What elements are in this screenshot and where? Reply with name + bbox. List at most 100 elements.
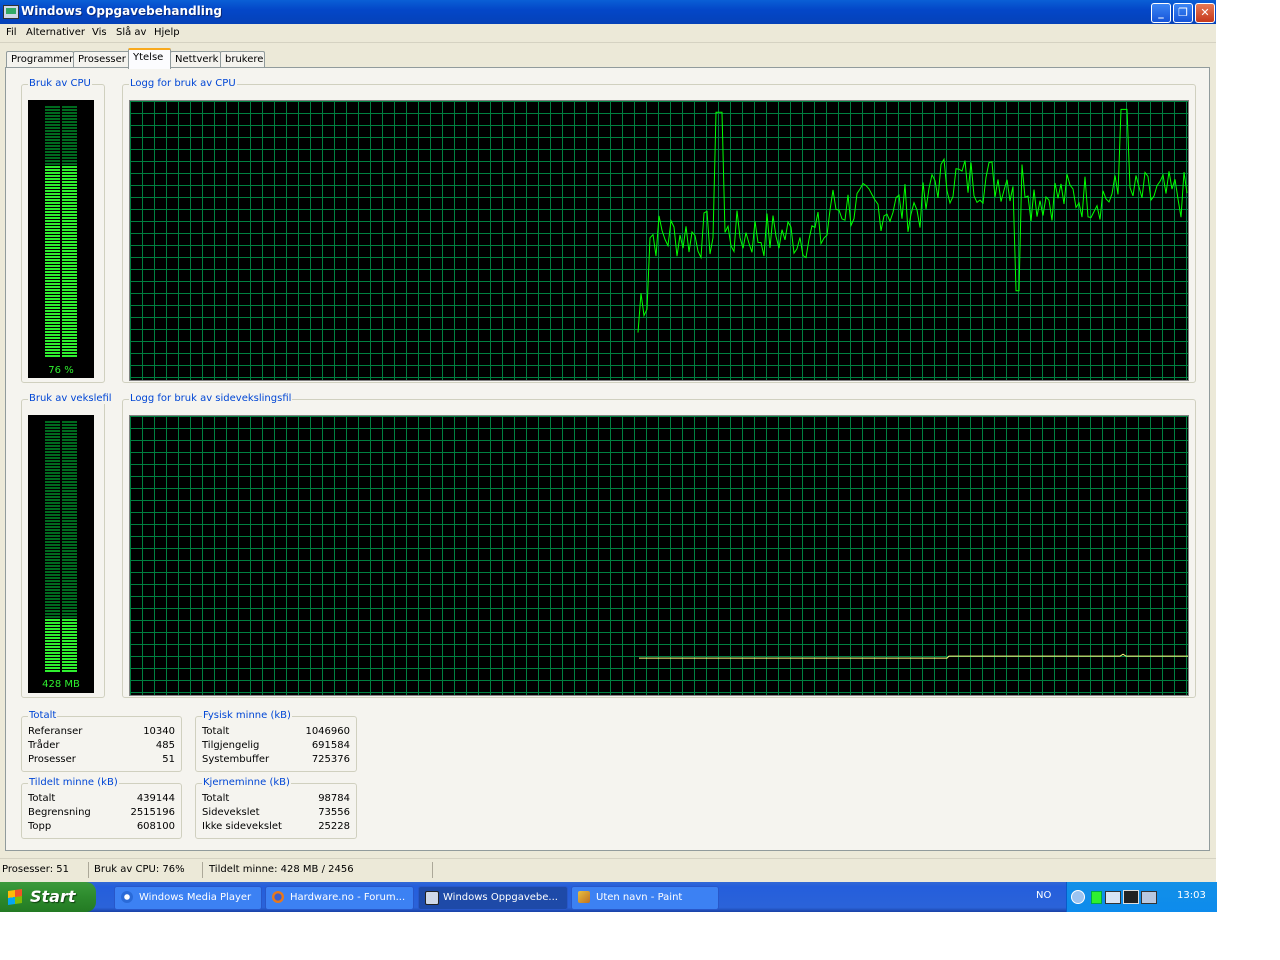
menu-file[interactable]: Fil <box>6 27 17 38</box>
meter-segment <box>45 622 60 624</box>
meter-segment <box>45 559 60 561</box>
meter-segment <box>45 202 60 204</box>
pagefile-usage-value: 428 MB <box>42 679 80 690</box>
start-button[interactable]: Start <box>0 882 96 912</box>
meter-segment <box>45 421 60 423</box>
status-divider <box>202 862 203 878</box>
meter-segment <box>45 307 60 309</box>
meter-segment <box>62 292 77 294</box>
display-icon[interactable] <box>1141 891 1157 904</box>
meter-segment <box>62 142 77 144</box>
tab-applications[interactable]: Programmer <box>6 51 74 67</box>
meter-segment <box>45 664 60 666</box>
meter-segment <box>45 613 60 615</box>
meter-segment <box>62 163 77 165</box>
tab-networking[interactable]: Nettverk <box>170 51 221 67</box>
meter-segment <box>62 658 77 660</box>
meter-segment <box>45 175 60 177</box>
meter-segment <box>45 172 60 174</box>
meter-segment <box>45 457 60 459</box>
meter-segment <box>62 553 77 555</box>
meter-segment <box>45 187 60 189</box>
task-media-player[interactable]: Windows Media Player <box>114 886 262 910</box>
menu-options[interactable]: Alternativer <box>26 27 85 38</box>
title-bar[interactable]: Windows Oppgavebehandling _ ❐ ✕ <box>0 0 1216 24</box>
meter-segment <box>45 439 60 441</box>
network-icon[interactable] <box>1105 891 1121 904</box>
kernel-memory-title: Kjerneminne (kB) <box>202 777 291 788</box>
clock[interactable]: 13:03 <box>1177 890 1206 901</box>
meter-segment <box>62 301 77 303</box>
status-commit: Tildelt minne: 428 MB / 2456 <box>209 864 354 875</box>
pagefile-usage-label: Bruk av vekslefil <box>28 393 113 404</box>
task-paint[interactable]: Uten navn - Paint <box>571 886 719 910</box>
meter-segment <box>62 544 77 546</box>
tray-expand-icon[interactable] <box>1071 890 1085 904</box>
menu-view[interactable]: Vis <box>92 27 107 38</box>
meter-segment <box>45 637 60 639</box>
meter-segment <box>62 136 77 138</box>
row-value: 608100 <box>136 821 175 832</box>
table-row: Totalt 98784 <box>196 793 356 807</box>
task-label: Windows Media Player <box>139 892 252 903</box>
task-firefox[interactable]: Hardware.no - Forum... <box>265 886 414 910</box>
meter-segment <box>62 514 77 516</box>
meter-segment <box>62 214 77 216</box>
restore-button[interactable]: ❐ <box>1173 3 1193 23</box>
meter-segment <box>45 577 60 579</box>
meter-segment <box>62 646 77 648</box>
row-value: 1046960 <box>305 726 350 737</box>
meter-segment <box>45 484 60 486</box>
meter-segment <box>62 430 77 432</box>
status-processes: Prosesser: 51 <box>2 864 70 875</box>
tab-performance[interactable]: Ytelse <box>128 48 171 69</box>
row-label: Tilgjengelig <box>202 740 260 751</box>
meter-segment <box>45 280 60 282</box>
meter-segment <box>45 313 60 315</box>
meter-segment <box>62 205 77 207</box>
meter-segment <box>62 589 77 591</box>
tab-users[interactable]: brukere <box>220 51 265 67</box>
meter-segment <box>45 649 60 651</box>
meter-segment <box>45 334 60 336</box>
meter-segment <box>62 355 77 357</box>
language-indicator[interactable]: NO <box>1036 890 1051 901</box>
pagefile-history-trace <box>639 653 1188 659</box>
task-task-manager[interactable]: Windows Oppgavebe... <box>418 886 568 910</box>
meter-segment <box>62 550 77 552</box>
row-label: Begrensning <box>28 807 91 818</box>
meter-segment <box>45 445 60 447</box>
meter-segment <box>62 181 77 183</box>
close-button[interactable]: ✕ <box>1195 3 1215 23</box>
cpu-history-label: Logg for bruk av CPU <box>129 78 237 89</box>
cpu-tray-icon[interactable] <box>1091 891 1102 904</box>
menu-shutdown[interactable]: Slå av <box>116 27 146 38</box>
meter-segment <box>45 154 60 156</box>
meter-segment <box>62 622 77 624</box>
meter-segment <box>45 286 60 288</box>
meter-segment <box>45 592 60 594</box>
tab-processes[interactable]: Prosesser <box>73 51 130 67</box>
meter-segment <box>62 478 77 480</box>
meter-segment <box>62 154 77 156</box>
meter-segment <box>62 178 77 180</box>
meter-segment <box>62 571 77 573</box>
meter-segment <box>45 190 60 192</box>
commit-charge-table: Totalt 439144 Begrensning 2515196 Topp 6081… <box>22 793 181 837</box>
meter-segment <box>62 217 77 219</box>
commit-charge-title: Tildelt minne (kB) <box>28 777 119 788</box>
meter-segment <box>45 544 60 546</box>
meter-segment <box>62 166 77 168</box>
menu-help[interactable]: Hjelp <box>154 27 180 38</box>
meter-segment <box>62 619 77 621</box>
table-row: Referanser 10340 <box>22 726 181 740</box>
meter-segment <box>62 511 77 513</box>
meter-segment <box>45 349 60 351</box>
meter-segment <box>62 628 77 630</box>
minimize-button[interactable]: _ <box>1151 3 1171 23</box>
meter-segment <box>62 661 77 663</box>
meter-segment <box>62 316 77 318</box>
security-icon[interactable] <box>1123 890 1139 904</box>
meter-segment <box>45 226 60 228</box>
meter-segment <box>45 466 60 468</box>
